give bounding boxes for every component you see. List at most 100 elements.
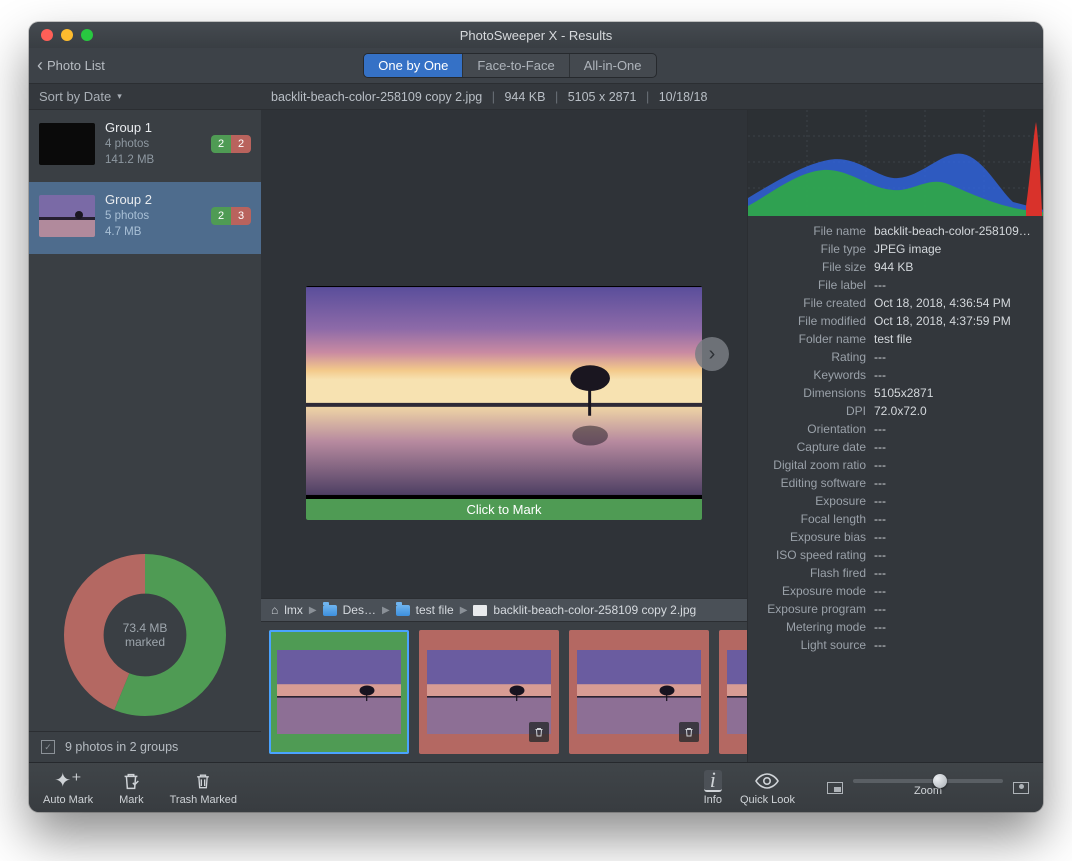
meta-key: Editing software: [758, 474, 874, 492]
close-window-button[interactable]: [41, 29, 53, 41]
preview-image[interactable]: Click to Mark: [306, 286, 702, 520]
meta-key: Dimensions: [758, 384, 874, 402]
group-size: 141.2 MB: [105, 153, 154, 169]
seg-one-by-one[interactable]: One by One: [364, 54, 463, 77]
info-button[interactable]: i Info: [704, 770, 722, 806]
zoom-out-icon[interactable]: [827, 782, 843, 794]
quick-look-button[interactable]: Quick Look: [740, 770, 795, 806]
meta-row: Light source ---: [758, 636, 1033, 654]
group-thumbnail: [39, 123, 95, 165]
meta-value: ---: [874, 564, 1033, 582]
image-viewer: Click to Mark ›: [261, 110, 747, 598]
window-controls: [41, 29, 93, 41]
breadcrumb-item[interactable]: backlit-beach-color-258109 copy 2.jpg: [493, 603, 696, 617]
meta-value: ---: [874, 456, 1033, 474]
path-breadcrumb: ⌂ lmx ▶ Des… ▶ test file ▶ backlit-beach…: [261, 598, 747, 622]
zoom-in-icon[interactable]: [1013, 782, 1029, 794]
meta-key: File created: [758, 294, 874, 312]
seg-all-in-one[interactable]: All-in-One: [570, 54, 656, 77]
trash-marked-button[interactable]: Trash Marked: [170, 770, 237, 806]
zoom-window-button[interactable]: [81, 29, 93, 41]
metadata-list: File name backlit-beach-color-258109…Fil…: [748, 216, 1043, 762]
meta-key: Folder name: [758, 330, 874, 348]
badge-mark-count: 3: [231, 207, 251, 225]
group-name: Group 2: [105, 192, 152, 207]
home-icon: ⌂: [271, 603, 278, 617]
meta-row: Rating ---: [758, 348, 1033, 366]
trash-check-icon: [120, 770, 142, 792]
info-icon: i: [704, 770, 722, 792]
checkbox-icon[interactable]: ✓: [41, 740, 55, 754]
meta-value: ---: [874, 600, 1033, 618]
zoom-slider[interactable]: [853, 779, 1003, 783]
group-item[interactable]: Group 1 4 photos 141.2 MB 2 2: [29, 110, 261, 182]
back-button[interactable]: ‹ Photo List: [37, 55, 105, 76]
donut-label: marked: [125, 635, 165, 649]
meta-key: Orientation: [758, 420, 874, 438]
meta-key: Exposure mode: [758, 582, 874, 600]
filmstrip-item[interactable]: [269, 630, 409, 754]
meta-row: Exposure ---: [758, 492, 1033, 510]
meta-key: Capture date: [758, 438, 874, 456]
meta-row: Exposure mode ---: [758, 582, 1033, 600]
meta-row: File type JPEG image: [758, 240, 1033, 258]
meta-value: Oct 18, 2018, 4:37:59 PM: [874, 312, 1033, 330]
file-dimensions: 5105 x 2871: [568, 90, 637, 104]
meta-value: backlit-beach-color-258109…: [874, 222, 1033, 240]
click-to-mark-button[interactable]: Click to Mark: [306, 499, 702, 520]
filmstrip-item[interactable]: [719, 630, 747, 754]
sort-dropdown[interactable]: Sort by Date ▾: [29, 89, 261, 104]
file-name: backlit-beach-color-258109 copy 2.jpg: [271, 90, 482, 104]
seg-face-to-face[interactable]: Face-to-Face: [463, 54, 569, 77]
slider-knob[interactable]: [933, 774, 947, 788]
file-size: 944 KB: [504, 90, 545, 104]
meta-row: Flash fired ---: [758, 564, 1033, 582]
breadcrumb-item[interactable]: test file: [416, 603, 454, 617]
sidebar: Group 1 4 photos 141.2 MB 2 2 Group 2 5 …: [29, 110, 261, 762]
meta-value: 5105x2871: [874, 384, 1033, 402]
zoom-control: Zoom: [827, 779, 1029, 797]
dropdown-triangle-icon: ▾: [117, 91, 122, 102]
sub-toolbar: Sort by Date ▾ backlit-beach-color-25810…: [29, 84, 1043, 110]
meta-value: ---: [874, 546, 1033, 564]
breadcrumb-item[interactable]: lmx: [284, 603, 303, 617]
file-date: 10/18/18: [659, 90, 708, 104]
marked-donut-chart: 73.4 MB marked: [55, 545, 235, 725]
auto-mark-button[interactable]: ✦⁺ Auto Mark: [43, 770, 93, 806]
meta-row: Keywords ---: [758, 366, 1033, 384]
meta-row: File label ---: [758, 276, 1033, 294]
meta-value: ---: [874, 510, 1033, 528]
wand-icon: ✦⁺: [54, 770, 81, 792]
group-item[interactable]: Group 2 5 photos 4.7 MB 2 3: [29, 182, 261, 254]
filmstrip-item[interactable]: [419, 630, 559, 754]
trash-icon: [679, 722, 699, 742]
meta-row: Exposure program ---: [758, 600, 1033, 618]
group-size: 4.7 MB: [105, 225, 152, 241]
meta-row: Editing software ---: [758, 474, 1033, 492]
meta-row: Metering mode ---: [758, 618, 1033, 636]
meta-key: Exposure program: [758, 600, 874, 618]
meta-value: test file: [874, 330, 1033, 348]
document-icon: [473, 605, 487, 616]
bottom-toolbar: ✦⁺ Auto Mark Mark Trash Marked i Info: [29, 762, 1043, 812]
sort-label: Sort by Date: [39, 89, 111, 104]
eye-icon: [754, 770, 780, 792]
meta-value: ---: [874, 528, 1033, 546]
meta-row: DPI 72.0x72.0: [758, 402, 1033, 420]
center-pane: Click to Mark › ⌂ lmx ▶ Des… ▶ test file…: [261, 110, 747, 762]
next-image-button[interactable]: ›: [695, 337, 729, 371]
mark-button[interactable]: Mark: [119, 770, 143, 806]
meta-row: File size 944 KB: [758, 258, 1033, 276]
filmstrip: [261, 622, 747, 762]
meta-row: Capture date ---: [758, 438, 1033, 456]
meta-row: File name backlit-beach-color-258109…: [758, 222, 1033, 240]
group-count: 5 photos: [105, 209, 152, 225]
breadcrumb-item[interactable]: Des…: [343, 603, 376, 617]
meta-value: ---: [874, 348, 1033, 366]
folder-icon: [323, 605, 337, 616]
minimize-window-button[interactable]: [61, 29, 73, 41]
view-mode-segmented: One by One Face-to-Face All-in-One: [363, 53, 656, 78]
filmstrip-item[interactable]: [569, 630, 709, 754]
meta-value: ---: [874, 366, 1033, 384]
meta-row: Digital zoom ratio ---: [758, 456, 1033, 474]
